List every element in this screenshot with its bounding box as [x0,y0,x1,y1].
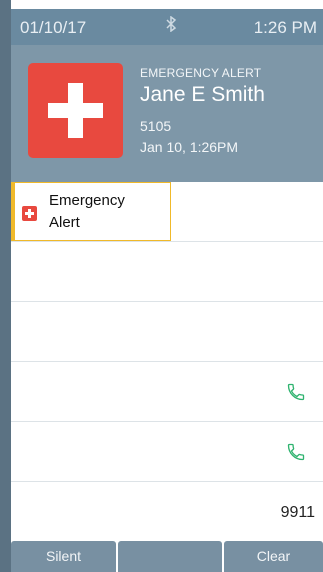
silent-button[interactable]: Silent [11,541,116,572]
empty-softkey[interactable] [118,541,222,572]
line-number: 9911 [280,504,315,521]
caller-name: Jane E Smith [140,83,265,106]
status-bar: 01/10/17 1:26 PM [11,9,323,45]
list-item[interactable]: 9911 [11,482,323,542]
list-item[interactable] [11,362,323,422]
emergency-alert-item[interactable]: Emergency Alert [11,182,171,241]
list-item[interactable] [11,422,323,482]
phone-icon [287,443,305,461]
left-edge-bar [0,0,11,572]
phone-screen: 01/10/17 1:26 PM EMERGENCY ALERT Jane E … [0,0,323,572]
bluetooth-icon [165,15,177,36]
list-item[interactable] [11,302,323,362]
phone-icon [287,383,305,401]
alert-datetime: Jan 10, 1:26PM [140,139,239,155]
status-time: 1:26 PM [253,18,317,37]
alert-type: EMERGENCY ALERT [140,66,262,80]
red-cross-icon [28,63,123,158]
red-cross-icon [22,206,37,221]
line-list: Emergency Alert 9911 [11,182,323,541]
list-item[interactable] [11,242,323,302]
alert-header: EMERGENCY ALERT Jane E Smith 5105 Jan 10… [11,45,323,182]
emergency-alert-label: Emergency Alert [49,192,125,231]
list-item[interactable]: Emergency Alert [11,182,323,242]
status-date: 01/10/17 [20,18,87,37]
softkey-bar: Silent Clear [11,541,323,572]
caller-extension: 5105 [140,118,172,134]
clear-button[interactable]: Clear [224,541,323,572]
